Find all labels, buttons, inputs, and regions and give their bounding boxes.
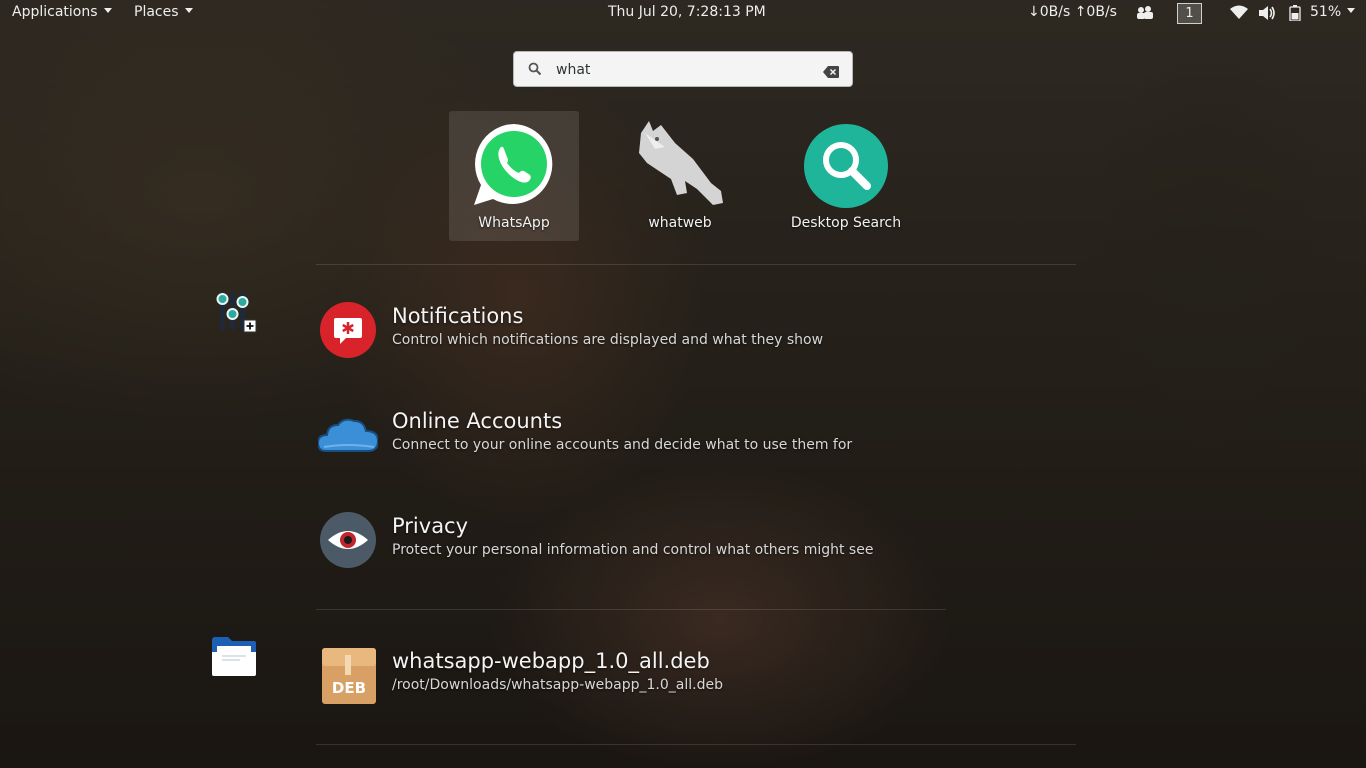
- app-label: WhatsApp: [478, 215, 550, 231]
- settings-provider-icon[interactable]: [210, 288, 258, 336]
- result-title: whatsapp-webapp_1.0_all.deb: [392, 649, 710, 673]
- result-description: /root/Downloads/whatsapp-webapp_1.0_all.…: [392, 677, 723, 693]
- search-input[interactable]: [554, 58, 818, 82]
- separator: [316, 609, 946, 610]
- result-privacy[interactable]: Privacy Protect your personal informatio…: [316, 510, 1016, 572]
- clock[interactable]: Thu Jul 20, 7:28:13 PM: [608, 4, 766, 20]
- chevron-down-icon: [103, 8, 112, 13]
- deb-package-icon: DEB: [318, 645, 378, 705]
- applications-menu[interactable]: Applications: [12, 4, 112, 20]
- result-title: Privacy: [392, 514, 469, 538]
- clear-icon[interactable]: [823, 63, 839, 82]
- whatsapp-icon: [469, 119, 559, 209]
- app-label: Desktop Search: [790, 215, 902, 231]
- separator: [316, 744, 1076, 745]
- search-entry[interactable]: [513, 51, 853, 87]
- search-icon: [528, 61, 542, 80]
- separator: [316, 264, 1076, 265]
- result-deb-file[interactable]: DEB whatsapp-webapp_1.0_all.deb /root/Do…: [316, 645, 1016, 707]
- result-description: Control which notifications are displaye…: [392, 332, 824, 348]
- battery-icon[interactable]: [1289, 5, 1301, 25]
- workspace-indicator[interactable]: 1: [1177, 3, 1202, 24]
- app-whatsapp[interactable]: WhatsApp: [449, 111, 579, 241]
- places-menu[interactable]: Places: [134, 4, 193, 20]
- whatweb-dragon-icon: [635, 119, 725, 209]
- result-description: Connect to your online accounts and deci…: [392, 437, 853, 453]
- files-provider-icon[interactable]: [210, 632, 258, 680]
- desktop-search-icon: [801, 119, 891, 209]
- people-icon[interactable]: [1136, 5, 1154, 25]
- notifications-icon: [318, 300, 378, 360]
- battery-percent[interactable]: 51%: [1310, 4, 1356, 20]
- result-title: Notifications: [392, 304, 524, 328]
- eye-icon: [318, 510, 378, 570]
- volume-icon[interactable]: [1258, 5, 1276, 25]
- chevron-down-icon: [1347, 8, 1356, 13]
- app-desktop-search[interactable]: Desktop Search: [781, 111, 911, 241]
- top-bar: Applications Places Thu Jul 20, 7:28:13 …: [0, 0, 1366, 26]
- network-speed[interactable]: ↓0B/s ↑0B/s: [1028, 4, 1117, 20]
- places-label: Places: [134, 4, 179, 20]
- app-label: whatweb: [648, 215, 712, 231]
- app-whatweb[interactable]: whatweb: [615, 111, 745, 241]
- wifi-icon[interactable]: [1230, 5, 1248, 24]
- result-description: Protect your personal information and co…: [392, 542, 874, 558]
- cloud-icon: [316, 405, 380, 465]
- result-notifications[interactable]: Notifications Control which notification…: [316, 300, 1016, 362]
- deb-icon-label: DEB: [332, 679, 366, 697]
- result-online-accounts[interactable]: Online Accounts Connect to your online a…: [316, 405, 1016, 467]
- applications-label: Applications: [12, 4, 98, 20]
- chevron-down-icon: [184, 8, 193, 13]
- result-title: Online Accounts: [392, 409, 563, 433]
